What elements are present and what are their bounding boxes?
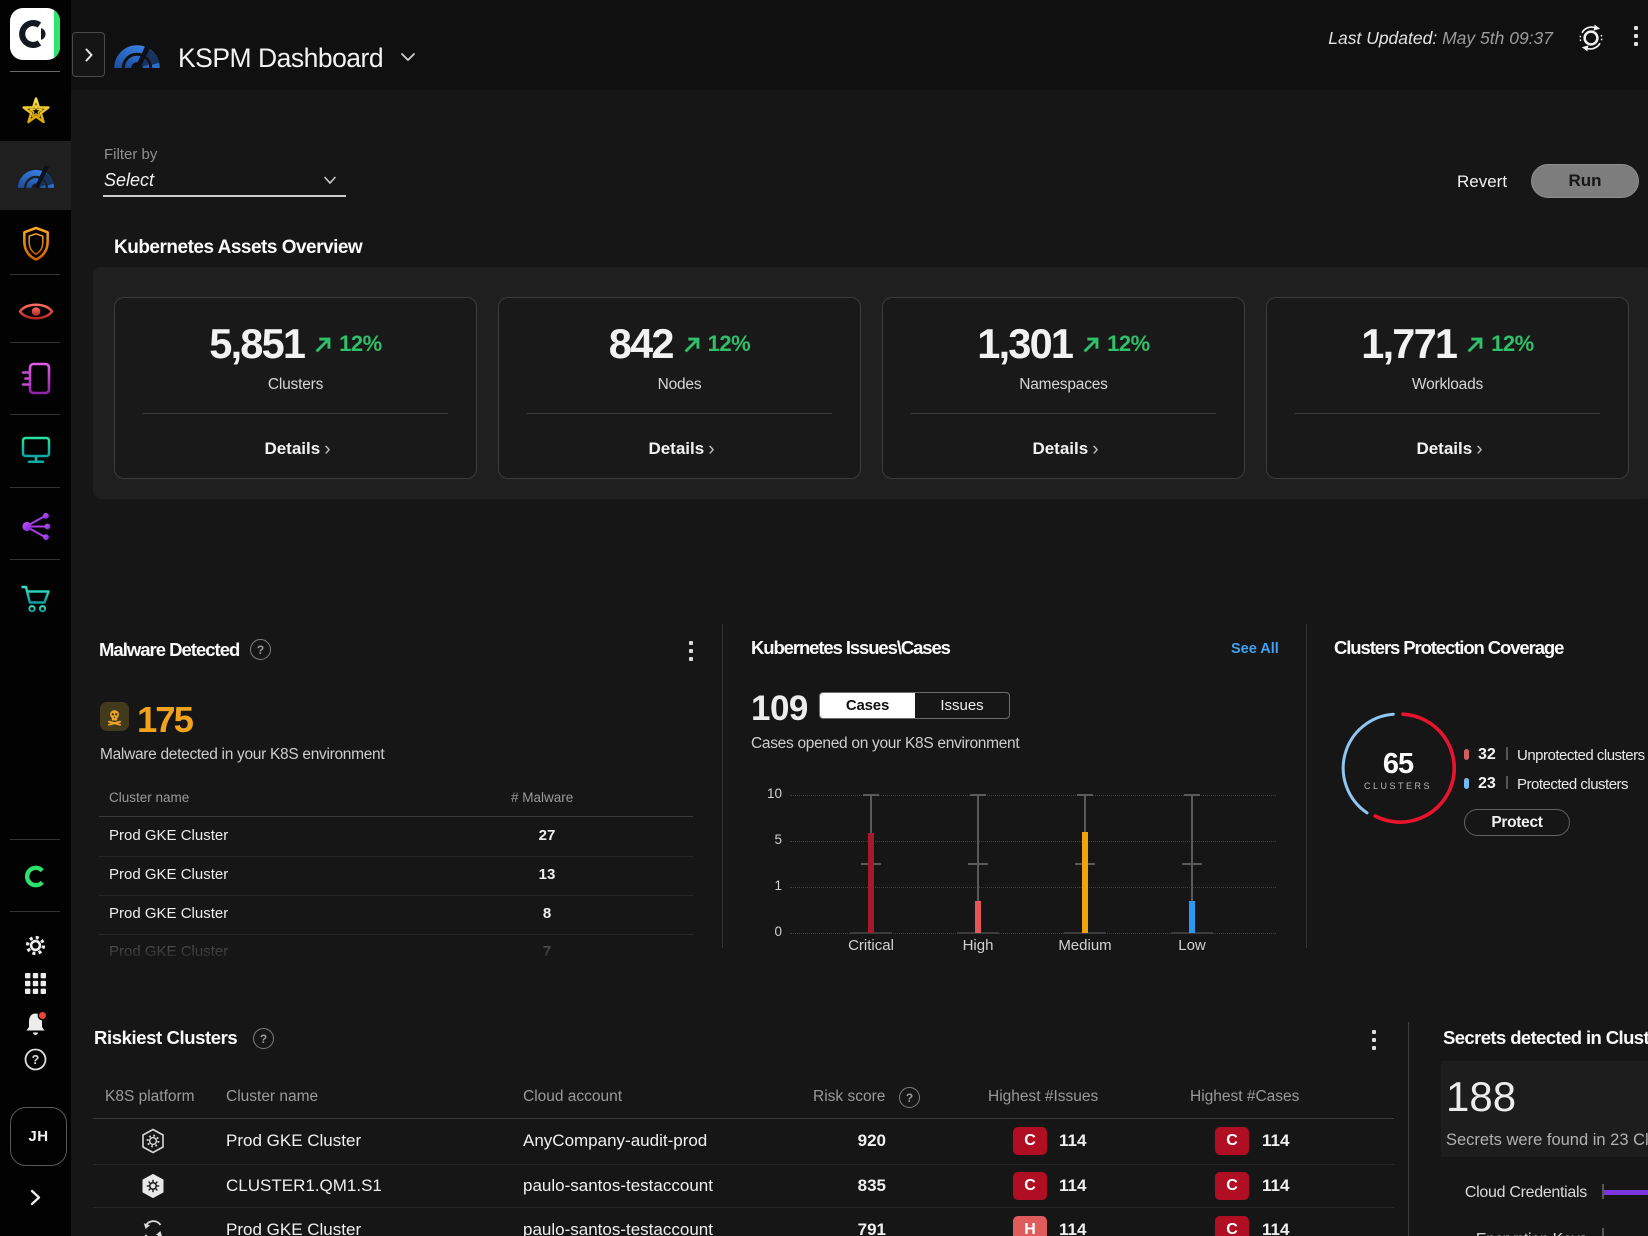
svg-text:?: ? [32, 1053, 40, 1067]
